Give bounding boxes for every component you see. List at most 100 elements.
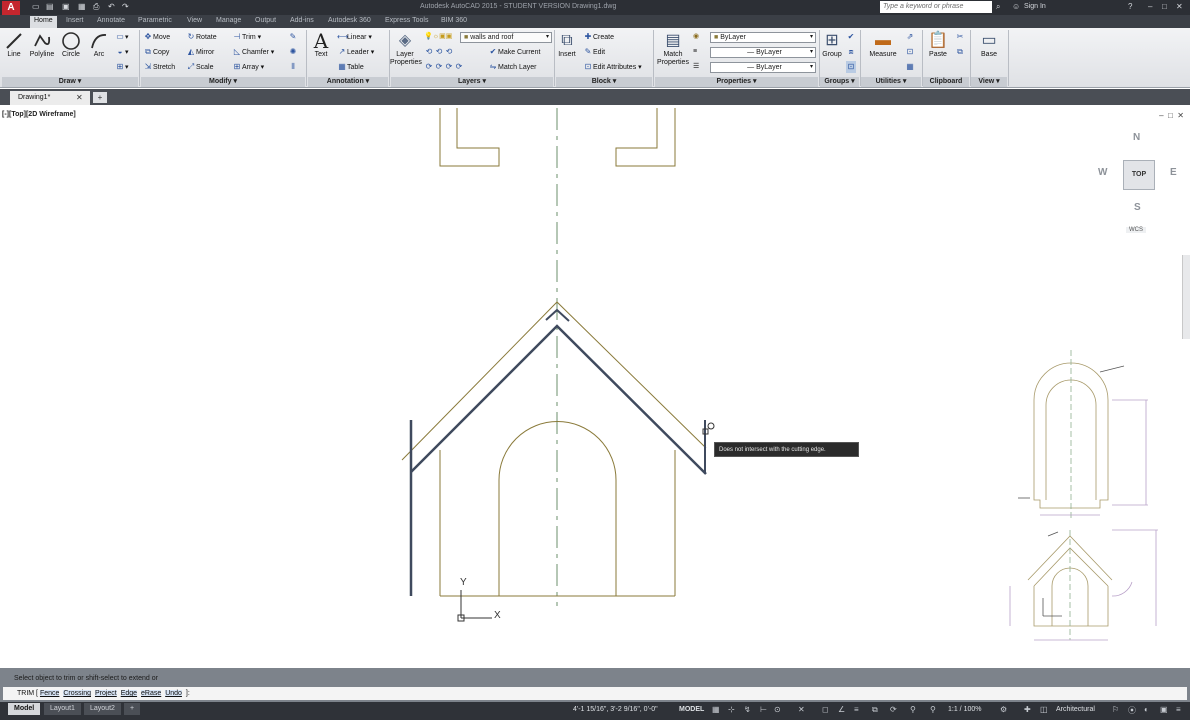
- option-project[interactable]: Project: [94, 690, 117, 697]
- cursor-coordinates[interactable]: 4'-1 15/16", 3'-2 9/16", 0'-0": [573, 706, 658, 713]
- quick-properties-icon[interactable]: ⚐: [1112, 705, 1119, 714]
- copy-button[interactable]: ⧉ Copy: [143, 46, 169, 58]
- infer-icon[interactable]: ↯: [744, 705, 751, 714]
- match-layer-button[interactable]: ⇋ Match Layer: [488, 61, 537, 73]
- print-icon[interactable]: ⎙: [93, 2, 99, 12]
- group-edit-icon[interactable]: ⧈: [846, 46, 856, 58]
- option-undo[interactable]: Undo: [165, 690, 182, 697]
- tab-output[interactable]: Output: [255, 17, 276, 24]
- explode-icon[interactable]: ✺: [288, 46, 298, 58]
- top-left-wall[interactable]: [439, 108, 500, 167]
- option-edge[interactable]: Edge: [120, 690, 138, 697]
- model-space-toggle[interactable]: MODEL: [679, 706, 704, 713]
- group-select-icon[interactable]: ⊡: [846, 61, 856, 73]
- move-button[interactable]: ✥ Move: [143, 31, 170, 43]
- annotation-scale[interactable]: 1:1 / 100%: [948, 706, 981, 713]
- snap-icon[interactable]: ⊹: [728, 705, 735, 714]
- customize-icon[interactable]: ≡: [1176, 705, 1181, 714]
- edit-attributes-button[interactable]: ⊡ Edit Attributes ▾: [583, 61, 642, 73]
- annotation-scale-icon[interactable]: ⚲: [930, 705, 936, 714]
- arc-button[interactable]: Arc: [87, 31, 111, 58]
- create-block-button[interactable]: ✚ Create: [583, 31, 614, 43]
- annotation-panel-title[interactable]: Annotation ▾: [308, 77, 388, 87]
- make-current-button[interactable]: ✔ Make Current: [488, 46, 541, 58]
- circle-button[interactable]: Circle: [59, 31, 83, 58]
- leader-button[interactable]: ↗ Leader ▾: [337, 46, 375, 58]
- table-button[interactable]: ▦Table: [337, 61, 364, 73]
- ortho-icon[interactable]: ⊢: [760, 705, 767, 714]
- offset-icon[interactable]: ⫴: [288, 61, 298, 73]
- tab-home[interactable]: Home: [30, 16, 57, 28]
- copy-clip-icon[interactable]: ⧉: [955, 46, 965, 58]
- lineweight-dropdown[interactable]: — ByLayer ▾: [710, 62, 816, 73]
- edit-block-button[interactable]: ✎ Edit: [583, 46, 605, 58]
- viewcube-top-face[interactable]: TOP: [1123, 160, 1155, 190]
- snap-tracking-icon[interactable]: ∠: [838, 705, 845, 714]
- clean-screen-icon[interactable]: ▣: [1160, 705, 1168, 714]
- add-layout-button[interactable]: +: [124, 703, 141, 715]
- polar-icon[interactable]: ⊙: [774, 705, 781, 714]
- tab-manage[interactable]: Manage: [216, 17, 241, 24]
- option-erase[interactable]: eRase: [141, 690, 162, 697]
- properties-panel-title[interactable]: Properties ▾: [655, 77, 818, 87]
- viewcube-west[interactable]: W: [1098, 167, 1107, 178]
- tab-express-tools[interactable]: Express Tools: [385, 17, 428, 24]
- utilities-panel-title[interactable]: Utilities ▾: [861, 77, 921, 87]
- clipboard-panel-title[interactable]: Clipboard: [923, 77, 969, 87]
- option-fence[interactable]: Fence: [39, 690, 60, 697]
- redo-icon[interactable]: ↷: [122, 2, 129, 11]
- polyline-button[interactable]: Polyline: [27, 31, 57, 58]
- view-panel-title[interactable]: View ▾: [971, 77, 1007, 87]
- hatch-icon[interactable]: ◒ ▾: [115, 46, 129, 58]
- layer-properties-button[interactable]: ◈ Layer Properties: [390, 31, 422, 67]
- tab-autodesk-360[interactable]: Autodesk 360: [328, 17, 371, 24]
- rectangle-icon[interactable]: ▭▾: [115, 31, 128, 43]
- help-search-input[interactable]: Type a keyword or phrase: [880, 1, 992, 13]
- drawing-area[interactable]: [-][Top][2D Wireframe] – □ ✕ Y X Does no…: [0, 105, 1190, 670]
- open-file-icon[interactable]: ▤: [46, 2, 54, 11]
- new-file-icon[interactable]: ▭: [32, 2, 40, 11]
- tab-annotate[interactable]: Annotate: [97, 17, 125, 24]
- tab-parametric[interactable]: Parametric: [138, 17, 172, 24]
- block-panel-title[interactable]: Block ▾: [556, 77, 652, 87]
- undo-icon[interactable]: ↶: [108, 2, 115, 11]
- save-as-icon[interactable]: ▦: [78, 2, 86, 11]
- units-icon[interactable]: ◫: [1040, 705, 1048, 714]
- tab-add-ins[interactable]: Add-ins: [290, 17, 314, 24]
- base-view-button[interactable]: ▭ Base: [976, 31, 1002, 58]
- ungroup-icon[interactable]: ✔: [846, 31, 856, 43]
- top-right-wall[interactable]: [615, 108, 676, 167]
- search-icon[interactable]: ⌕: [996, 2, 1000, 12]
- layout-tab-layout1[interactable]: Layout1: [44, 703, 81, 715]
- measure-button[interactable]: ▬ Measure: [866, 31, 900, 58]
- object-snap-icon[interactable]: ◻: [822, 705, 829, 714]
- draw-more-icon[interactable]: ⊞ ▾: [115, 61, 129, 73]
- roof-inner-line-selected[interactable]: [410, 324, 707, 475]
- chamfer-button[interactable]: ◺ Chamfer ▾: [232, 46, 274, 58]
- text-button[interactable]: A Text: [309, 31, 333, 58]
- sign-in-button[interactable]: Sign In: [1024, 3, 1046, 10]
- layout-tab-layout2[interactable]: Layout2: [84, 703, 121, 715]
- linetype-dropdown[interactable]: — ByLayer ▾: [710, 47, 816, 58]
- line-button[interactable]: Line: [3, 31, 25, 58]
- array-button[interactable]: ⊞ Array ▾: [232, 61, 265, 73]
- units-dropdown[interactable]: Architectural: [1056, 706, 1095, 713]
- tab-bim-360[interactable]: BIM 360: [441, 17, 467, 24]
- selection-cycling-icon[interactable]: ⟳: [890, 705, 897, 714]
- scale-button[interactable]: ⤢ Scale: [186, 61, 214, 73]
- new-tab-button[interactable]: +: [93, 92, 107, 103]
- draw-panel-title[interactable]: Draw ▾: [2, 77, 138, 87]
- command-input[interactable]: TRIM [ Fence Crossing Project Edge eRase…: [3, 687, 1187, 700]
- modify-panel-title[interactable]: Modify ▾: [141, 77, 305, 87]
- cut-icon[interactable]: ✂: [955, 31, 965, 43]
- help-icon[interactable]: ?: [1128, 2, 1132, 11]
- quick-select-icon[interactable]: ⇗: [905, 31, 915, 43]
- erase-icon[interactable]: ✎: [288, 31, 298, 43]
- transparency-icon[interactable]: ⧉: [872, 705, 878, 715]
- group-button[interactable]: ⊞ Group: [821, 31, 843, 58]
- workspace-gear-icon[interactable]: ⚙: [1000, 705, 1007, 714]
- viewcube-south[interactable]: S: [1134, 202, 1141, 213]
- viewcube-north[interactable]: N: [1133, 132, 1140, 143]
- option-crossing[interactable]: Crossing: [63, 690, 91, 697]
- layer-dropdown[interactable]: ■ walls and roof ▾: [460, 32, 552, 43]
